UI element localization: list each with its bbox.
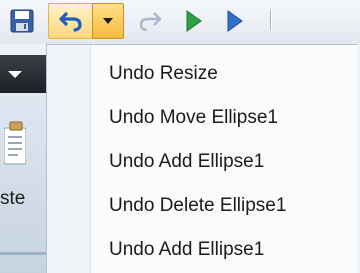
menu-item-undo[interactable]: Undo Add Ellipse1 [109, 239, 264, 261]
chevron-down-icon [8, 71, 22, 78]
chevron-down-icon [103, 18, 113, 24]
step-icon [227, 10, 243, 32]
redo-button[interactable] [130, 3, 170, 39]
run-button[interactable] [176, 3, 212, 39]
menu-item-undo[interactable]: Undo Move Ellipse1 [109, 107, 278, 129]
undo-history-dropdown[interactable] [92, 3, 124, 39]
play-icon [186, 10, 202, 32]
menu-item-undo[interactable]: Undo Add Ellipse1 [109, 151, 264, 173]
app-window: ste Undo Resize Undo Move Ellipse1 Undo … [0, 0, 360, 273]
step-button[interactable] [218, 3, 252, 39]
menu-icon-gutter [47, 45, 91, 273]
toolbar-separator [270, 10, 272, 30]
menu-item-undo[interactable]: Undo Delete Ellipse1 [109, 195, 286, 217]
undo-history-menu: Undo Resize Undo Move Ellipse1 Undo Add … [46, 44, 358, 273]
redo-icon [139, 12, 162, 32]
quick-access-toolbar [0, 0, 360, 44]
save-button[interactable] [3, 3, 41, 39]
menu-item-undo[interactable]: Undo Resize [109, 63, 218, 85]
paste-icon[interactable] [4, 120, 26, 168]
ribbon-divider [0, 252, 46, 255]
save-icon [10, 9, 34, 33]
undo-button[interactable] [48, 3, 92, 39]
ribbon-collapse-button[interactable] [0, 55, 46, 93]
paste-label[interactable]: ste [0, 188, 25, 210]
undo-icon [58, 11, 82, 32]
